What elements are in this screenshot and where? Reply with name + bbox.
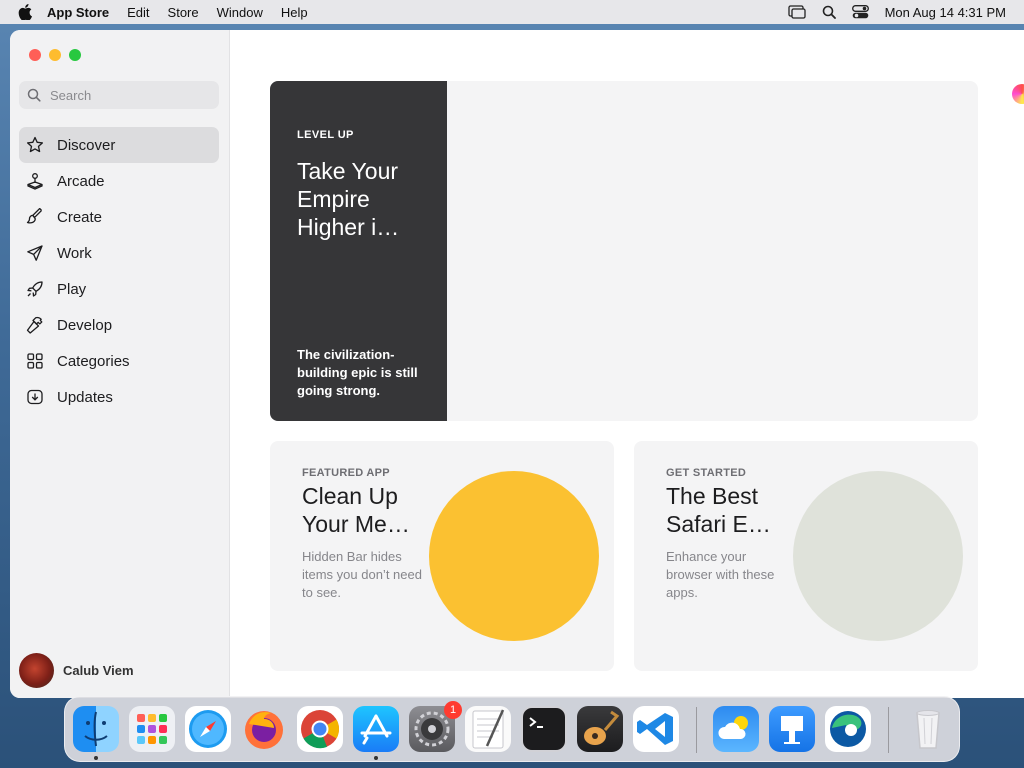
zoom-button[interactable]: [69, 49, 81, 61]
weather-icon[interactable]: [713, 706, 759, 752]
sidebar-item-develop[interactable]: Develop: [19, 307, 219, 343]
chrome-icon[interactable]: [297, 706, 343, 752]
sidebar-item-work[interactable]: Work: [19, 235, 219, 271]
avatar: [19, 653, 54, 688]
firefox-icon[interactable]: [241, 706, 287, 752]
running-indicator: [94, 756, 98, 760]
running-indicator: [374, 756, 378, 760]
menu-help[interactable]: Help: [281, 5, 308, 20]
paintbrush-icon: [25, 207, 45, 227]
account-button[interactable]: Calub Viem: [19, 653, 134, 688]
vscode-icon[interactable]: [633, 706, 679, 752]
menu-bar: App Store Edit Store Window Help Mon Aug…: [0, 0, 1024, 24]
safari-icon[interactable]: [185, 706, 231, 752]
main-content: LEVEL UP Take Your Empire Higher i… The …: [230, 30, 1024, 698]
system-settings-icon[interactable]: 1: [409, 701, 462, 752]
hero-title: Take Your Empire Higher i…: [297, 158, 400, 240]
paper-plane-icon: [25, 243, 45, 263]
menu-edit[interactable]: Edit: [127, 5, 149, 20]
card-eyebrow: FEATURED APP: [302, 467, 390, 479]
card-description: Enhance your browser with these apps.: [666, 549, 775, 600]
hero-description: The civilization-building epic is still …: [297, 347, 418, 398]
hero-eyebrow: LEVEL UP: [297, 129, 354, 141]
hammer-icon: [25, 315, 45, 335]
launchpad-icon[interactable]: [129, 706, 175, 752]
joystick-icon: [25, 171, 45, 191]
grid-icon: [25, 351, 45, 371]
sidebar: Search Discover Arcade Create Work Play …: [10, 30, 230, 698]
sidebar-item-label: Arcade: [57, 172, 105, 190]
spotlight-search-icon[interactable]: [822, 5, 836, 19]
app-store-icon[interactable]: [353, 706, 399, 752]
sidebar-item-play[interactable]: Play: [19, 271, 219, 307]
control-center-icon[interactable]: [851, 5, 869, 19]
garageband-icon[interactable]: [577, 706, 623, 752]
download-icon: [25, 387, 45, 407]
get-started-card[interactable]: GET STARTED The Best Safari E… Enhance y…: [634, 441, 978, 671]
sidebar-nav: Discover Arcade Create Work Play Develop…: [19, 127, 219, 415]
rocket-icon: [25, 279, 45, 299]
dock-separator: [696, 707, 697, 753]
card-artwork: [793, 471, 963, 641]
screen-mirroring-icon[interactable]: [787, 5, 806, 19]
edge-icon[interactable]: [825, 706, 871, 752]
sidebar-item-create[interactable]: Create: [19, 199, 219, 235]
sidebar-item-label: Develop: [57, 316, 113, 334]
menu-app-name[interactable]: App Store: [47, 5, 109, 20]
search-field[interactable]: Search: [19, 81, 219, 109]
hero-text-panel: LEVEL UP Take Your Empire Higher i… The …: [270, 81, 447, 421]
sidebar-item-label: Work: [57, 244, 92, 262]
sidebar-item-label: Create: [57, 208, 103, 226]
sidebar-item-discover[interactable]: Discover: [19, 127, 219, 163]
apple-menu-icon[interactable]: [18, 4, 32, 20]
card-eyebrow: GET STARTED: [666, 467, 747, 479]
card-artwork: [429, 471, 599, 641]
search-icon: [27, 88, 41, 102]
close-button[interactable]: [29, 49, 41, 61]
dock-separator: [888, 707, 889, 753]
sidebar-item-label: Discover: [57, 136, 116, 154]
sidebar-item-label: Play: [57, 280, 87, 298]
featured-app-card[interactable]: FEATURED APP Clean Up Your Me… Hidden Ba…: [270, 441, 614, 671]
menu-store[interactable]: Store: [168, 5, 199, 20]
sidebar-item-updates[interactable]: Updates: [19, 379, 219, 415]
minimize-button[interactable]: [49, 49, 61, 61]
sidebar-item-categories[interactable]: Categories: [19, 343, 219, 379]
card-title: Clean Up Your Me…: [302, 483, 410, 537]
sidebar-item-label: Updates: [57, 388, 113, 406]
trash-icon[interactable]: [905, 706, 951, 752]
terminal-icon[interactable]: [521, 706, 567, 752]
app-store-window: Search Discover Arcade Create Work Play …: [10, 30, 1024, 698]
finder-icon[interactable]: [73, 706, 119, 752]
menu-window[interactable]: Window: [217, 5, 263, 20]
keynote-icon[interactable]: [769, 706, 815, 752]
card-title: The Best Safari E…: [666, 483, 771, 537]
sidebar-item-arcade[interactable]: Arcade: [19, 163, 219, 199]
star-icon: [25, 135, 45, 155]
window-controls: [29, 49, 81, 61]
dock: 1: [64, 696, 960, 762]
menu-clock[interactable]: Mon Aug 14 4:31 PM: [885, 5, 1006, 20]
textedit-icon[interactable]: [465, 706, 511, 752]
user-name: Calub Viem: [63, 663, 134, 678]
sidebar-item-label: Categories: [57, 352, 130, 370]
notification-badge: 1: [444, 701, 462, 719]
card-description: Hidden Bar hides items you don’t need to…: [302, 549, 422, 600]
search-placeholder: Search: [50, 87, 92, 103]
hero-banner[interactable]: LEVEL UP Take Your Empire Higher i… The …: [270, 81, 978, 421]
